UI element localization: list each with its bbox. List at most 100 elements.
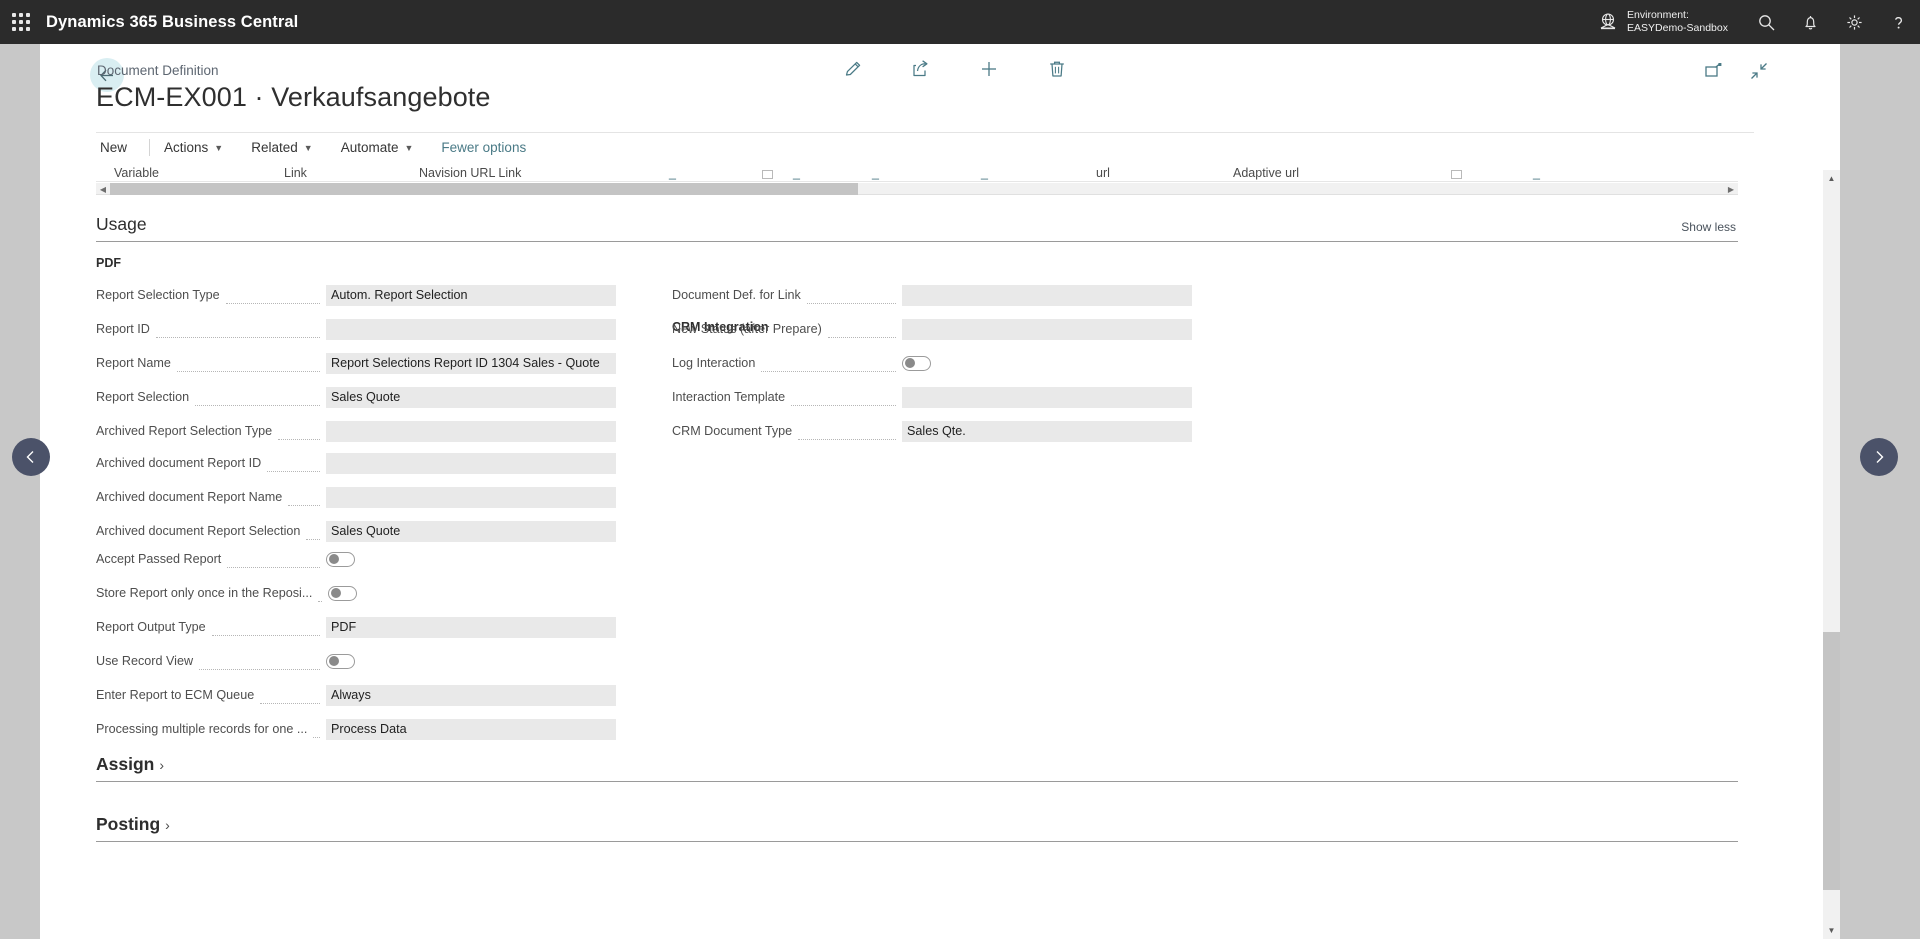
field-label: Report Name: [96, 356, 171, 370]
field-value[interactable]: Sales Quote: [326, 521, 616, 542]
menu-item-label: Fewer options: [441, 140, 526, 155]
field-value[interactable]: PDF: [326, 617, 616, 638]
grid-checkbox[interactable]: [762, 170, 773, 179]
question-mark-icon[interactable]: [1876, 0, 1920, 44]
menu-item-actions[interactable]: Actions▼: [150, 136, 237, 159]
field-dot-leader: [828, 326, 896, 338]
field-row: Archived Report Selection Type: [96, 418, 616, 444]
grid-checkbox-2[interactable]: [1451, 170, 1462, 179]
chevron-right-icon: ›: [165, 817, 170, 833]
show-less-link[interactable]: Show less: [1681, 220, 1736, 234]
field-dot-leader: [156, 326, 320, 338]
field-value[interactable]: Process Data: [326, 719, 616, 740]
next-record-button[interactable]: [1860, 438, 1898, 476]
field-dot-leader: [227, 556, 320, 568]
breadcrumb[interactable]: Document Definition: [97, 63, 219, 78]
search-icon[interactable]: [1744, 0, 1788, 44]
page-body: Variable Link Navision URL Link _ _ _ _ …: [40, 164, 1840, 939]
field-dot-leader: [199, 658, 320, 670]
field-value[interactable]: [902, 387, 1192, 408]
field-label: Archived Report Selection Type: [96, 424, 272, 438]
scroll-left-arrow-icon[interactable]: ◀: [96, 183, 110, 195]
menu-item-fewer-options[interactable]: Fewer options: [427, 136, 540, 159]
trash-icon[interactable]: [1044, 56, 1070, 82]
field-value[interactable]: Autom. Report Selection: [326, 285, 616, 306]
scroll-up-arrow-icon[interactable]: ▲: [1823, 170, 1840, 187]
field-label: Accept Passed Report: [96, 552, 221, 566]
environment-name: EASYDemo-Sandbox: [1627, 22, 1728, 34]
field-row: Report ID: [96, 316, 616, 342]
bell-icon[interactable]: [1788, 0, 1832, 44]
field-dot-leader: [761, 360, 896, 372]
menu-item-automate[interactable]: Automate ▼: [327, 136, 428, 159]
environment-label: Environment:: [1627, 9, 1689, 21]
pencil-icon[interactable]: [840, 56, 866, 82]
field-value[interactable]: [902, 285, 1192, 306]
field-value[interactable]: [326, 487, 616, 508]
scroll-down-arrow-icon[interactable]: ▼: [1823, 922, 1840, 939]
posting-section-header[interactable]: Posting›: [96, 814, 1738, 842]
chevron-down-icon: ▼: [304, 143, 313, 153]
plus-icon[interactable]: [976, 56, 1002, 82]
toggle-knob: [331, 588, 341, 598]
field-value[interactable]: [326, 421, 616, 442]
field-label: Archived document Report ID: [96, 456, 261, 470]
field-label: Enter Report to ECM Queue: [96, 688, 254, 702]
toggle-switch[interactable]: [326, 654, 355, 669]
field-row: Document Def. for Link: [672, 282, 1192, 308]
field-row: Interaction Template: [672, 384, 1192, 410]
vertical-scroll-thumb[interactable]: [1823, 632, 1840, 890]
field-value[interactable]: [326, 319, 616, 340]
toggle-switch[interactable]: [902, 356, 931, 371]
open-new-window-icon[interactable]: [1700, 58, 1726, 84]
environment-indicator[interactable]: Environment: EASYDemo-Sandbox: [1597, 9, 1728, 35]
field-dot-leader: [313, 726, 320, 738]
field-row: Use Record View: [96, 648, 616, 674]
field-dot-leader: [212, 624, 320, 636]
field-value[interactable]: [902, 319, 1192, 340]
page-vertical-scrollbar[interactable]: ▲ ▼: [1823, 170, 1840, 939]
environment-globe-icon: [1597, 11, 1619, 33]
field-row: Log Interaction: [672, 350, 1192, 376]
field-value[interactable]: Sales Quote: [326, 387, 616, 408]
field-label: Use Record View: [96, 654, 193, 668]
grid-col-navision-url-link: Navision URL Link: [419, 166, 521, 180]
grid-col-adaptive-url: Adaptive url: [1233, 166, 1299, 180]
pdf-subheading: PDF: [96, 256, 121, 270]
field-label: Processing multiple records for one ...: [96, 722, 307, 736]
scroll-right-arrow-icon[interactable]: ▶: [1724, 183, 1738, 195]
bottom-strip: [40, 933, 1840, 939]
menu-item-label: Automate: [341, 140, 399, 155]
field-row: CRM Document TypeSales Qte.: [672, 418, 1192, 444]
menu-item-new[interactable]: New: [96, 136, 149, 159]
field-row: Report Selection TypeAutom. Report Selec…: [96, 282, 616, 308]
collapse-diagonal-icon[interactable]: [1746, 58, 1772, 84]
field-value[interactable]: [326, 453, 616, 474]
field-row: Archived document Report ID: [96, 450, 616, 476]
field-value[interactable]: Always: [326, 685, 616, 706]
field-row: Accept Passed Report: [96, 546, 616, 572]
app-launcher-icon[interactable]: [10, 11, 32, 33]
grid-horizontal-scrollbar[interactable]: ◀ ▶: [96, 183, 1738, 195]
toggle-switch[interactable]: [326, 552, 355, 567]
environment-text: Environment: EASYDemo-Sandbox: [1627, 9, 1728, 35]
field-value[interactable]: Report Selections Report ID 1304 Sales -…: [326, 353, 616, 374]
field-label: Store Report only once in the Reposi...: [96, 586, 312, 600]
field-row: Archived document Report Name: [96, 484, 616, 510]
share-icon[interactable]: [908, 56, 934, 82]
toggle-knob: [329, 656, 339, 666]
assign-section-header[interactable]: Assign›: [96, 754, 1738, 782]
field-value[interactable]: Sales Qte.: [902, 421, 1192, 442]
usage-section-header: Usage Show less: [96, 214, 1738, 242]
menu-item-related[interactable]: Related▼: [237, 136, 326, 159]
gear-icon[interactable]: [1832, 0, 1876, 44]
assign-label: Assign: [96, 754, 154, 774]
page-title: ECM-EX001 · Verkaufsangebote: [96, 82, 491, 113]
horizontal-scroll-thumb[interactable]: [110, 183, 858, 195]
previous-record-button[interactable]: [12, 438, 50, 476]
field-dot-leader: [267, 460, 320, 472]
top-app-bar: Dynamics 365 Business Central Environmen…: [0, 0, 1920, 44]
chevron-down-icon: ▼: [404, 143, 413, 153]
toggle-switch[interactable]: [328, 586, 357, 601]
field-dot-leader: [288, 494, 320, 506]
